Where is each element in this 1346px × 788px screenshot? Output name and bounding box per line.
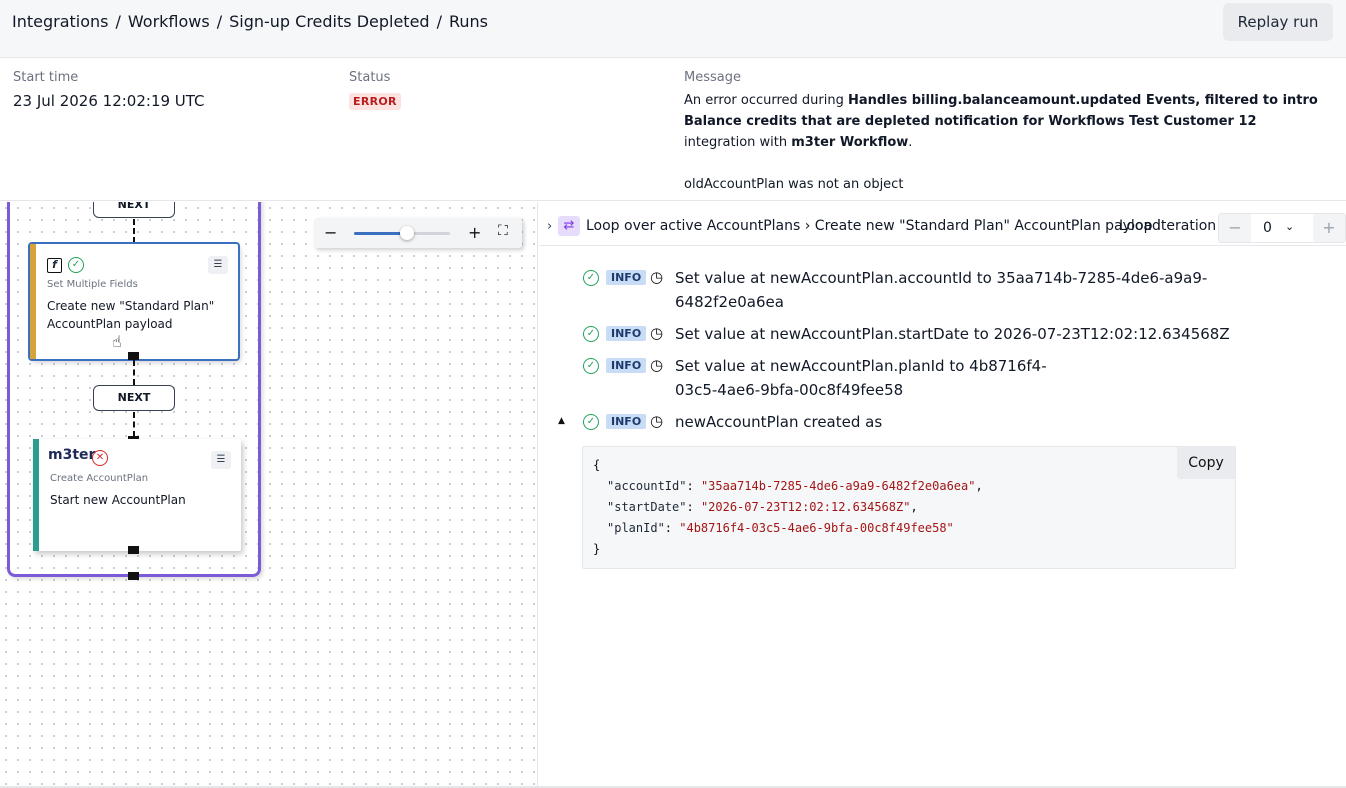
iteration-decrement-button[interactable]: − <box>1219 214 1251 242</box>
json-close-brace: } <box>593 542 601 556</box>
zoom-toolbar: − + ⛶ <box>314 218 522 248</box>
message-detail: oldAccountPlan was not an object <box>684 177 904 192</box>
node-stripe <box>33 439 39 551</box>
breadcrumb-integrations[interactable]: Integrations <box>12 12 109 31</box>
json-line: "planId": "4b8716f4-03c5-4ae6-9bfa-00c8f… <box>607 521 954 535</box>
json-line: "accountId": "35aa714b-7285-4de6-a9a9-64… <box>607 479 983 493</box>
log-entry-text: Set value at newAccountPlan.accountId to… <box>675 269 1208 311</box>
connector-line <box>133 219 135 243</box>
log-context-bar: › ⇄ Loop over active AccountPlans › Crea… <box>539 210 1346 246</box>
breadcrumb-separator: / <box>436 12 442 31</box>
start-time-label: Start time <box>13 70 79 85</box>
chevron-right-icon[interactable]: › <box>547 219 552 234</box>
loop-iteration-stepper: − 0 ⌄ + <box>1218 213 1346 243</box>
json-value: "4b8716f4-03c5-4ae6-9bfa-00c8f49fee58" <box>679 521 954 535</box>
loop-end-port <box>128 572 139 580</box>
log-context-path: Loop over active AccountPlans › Create n… <box>586 218 1161 234</box>
zoom-slider[interactable] <box>354 226 450 240</box>
breadcrumb-workflows[interactable]: Workflows <box>128 12 210 31</box>
success-check-icon: ✓ <box>583 358 599 374</box>
json-line: "startDate": "2026-07-23T12:02:12.634568… <box>607 500 918 514</box>
json-value: "2026-07-23T12:02:12.634568Z" <box>700 500 911 514</box>
status-badge: ERROR <box>349 93 401 110</box>
message-text: An error occurred during Handles billing… <box>684 90 1332 195</box>
workflow-canvas[interactable]: NEXT f ✓ ☰ Set Multiple Fields Create ne… <box>0 202 538 786</box>
zoom-slider-handle[interactable] <box>399 226 414 240</box>
error-x-icon: ✕ <box>92 450 108 466</box>
clock-icon: ◷ <box>650 268 664 286</box>
log-entry-text: Set value at newAccountPlan.startDate to… <box>675 325 1230 343</box>
status-label: Status <box>349 70 391 85</box>
info-badge: INFO <box>606 358 647 373</box>
message-end: . <box>908 135 913 150</box>
message-label: Message <box>684 70 741 85</box>
iteration-increment-button[interactable]: + <box>1313 214 1345 242</box>
hand-cursor-icon: ☝ <box>112 332 122 351</box>
start-time-value: 23 Jul 2026 12:02:19 UTC <box>13 92 205 110</box>
connector-line <box>133 412 135 437</box>
breadcrumb-separator: / <box>216 12 223 31</box>
message-prefix: An error occurred during <box>684 93 848 108</box>
breadcrumb-workflow-name[interactable]: Sign-up Credits Depleted <box>229 12 429 31</box>
success-check-icon: ✓ <box>583 270 599 286</box>
message-mid: integration with <box>684 135 792 150</box>
next-connector-label: NEXT <box>93 385 175 411</box>
node-title: Start new AccountPlan <box>50 493 186 507</box>
clock-icon: ◷ <box>650 412 664 430</box>
node-type-label: Create AccountPlan <box>50 473 149 484</box>
copy-button[interactable]: Copy <box>1177 447 1235 479</box>
success-check-icon: ✓ <box>583 414 599 430</box>
zoom-out-icon[interactable]: − <box>324 223 337 242</box>
zoom-in-icon[interactable]: + <box>468 223 481 242</box>
breadcrumb-separator: / <box>115 12 121 31</box>
node-create-accountplan[interactable]: m3ter ✕ ☰ Create AccountPlan Start new A… <box>33 439 241 551</box>
log-entry-text: Set value at newAccountPlan.planId to 4b… <box>675 357 1047 399</box>
node-port <box>128 352 139 360</box>
json-value: "35aa714b-7285-4de6-a9a9-6482f2e0a6ea" <box>700 479 976 493</box>
log-panel: › ⇄ Loop over active AccountPlans › Crea… <box>539 202 1346 786</box>
node-type-label: Set Multiple Fields <box>47 279 138 290</box>
connector-line <box>133 360 135 385</box>
success-check-icon: ✓ <box>68 257 84 273</box>
next-connector-label: NEXT <box>93 202 175 218</box>
node-menu-icon[interactable]: ☰ <box>208 256 228 274</box>
clock-icon: ◷ <box>650 356 664 374</box>
zoom-slider-fill <box>354 232 407 235</box>
node-stripe <box>30 244 36 359</box>
loop-iteration-label: Loop iteration <box>1119 218 1217 234</box>
message-target: m3ter Workflow <box>791 135 909 150</box>
node-menu-icon[interactable]: ☰ <box>211 451 231 469</box>
breadcrumb: Integrations / Workflows / Sign-up Credits D… <box>12 12 488 31</box>
run-summary: Start time 23 Jul 2026 12:02:19 UTC Stat… <box>0 59 1346 201</box>
logo-text: m3ter <box>48 447 96 463</box>
json-key: "planId" <box>607 521 665 535</box>
clock-icon: ◷ <box>650 324 664 342</box>
iteration-select[interactable]: 0 <box>1263 220 1272 236</box>
info-badge: INFO <box>606 326 647 341</box>
json-key: "startDate" <box>607 500 687 514</box>
top-bar: Integrations / Workflows / Sign-up Credits D… <box>0 0 1346 58</box>
m3ter-logo: m3ter <box>48 447 95 463</box>
function-icon: f <box>47 258 62 273</box>
loop-icon: ⇄ <box>558 216 580 236</box>
node-title: Create new "Standard Plan" AccountPlan p… <box>47 299 215 331</box>
replay-run-button[interactable]: Replay run <box>1223 3 1333 41</box>
info-badge: INFO <box>606 414 647 429</box>
fit-screen-icon[interactable]: ⛶ <box>498 223 508 239</box>
collapse-triangle-icon[interactable]: ▲ <box>558 416 565 426</box>
breadcrumb-runs[interactable]: Runs <box>449 12 488 31</box>
chevron-down-icon[interactable]: ⌄ <box>1285 220 1294 233</box>
success-check-icon: ✓ <box>583 326 599 342</box>
json-open-brace: { <box>593 458 601 472</box>
node-set-multiple-fields[interactable]: f ✓ ☰ Set Multiple Fields Create new "St… <box>28 242 240 361</box>
log-entry-text: newAccountPlan created as <box>675 413 883 431</box>
info-badge: INFO <box>606 270 647 285</box>
node-port <box>128 546 139 554</box>
json-key: "accountId" <box>607 479 687 493</box>
json-output: Copy { "accountId": "35aa714b-7285-4de6-… <box>582 446 1236 569</box>
